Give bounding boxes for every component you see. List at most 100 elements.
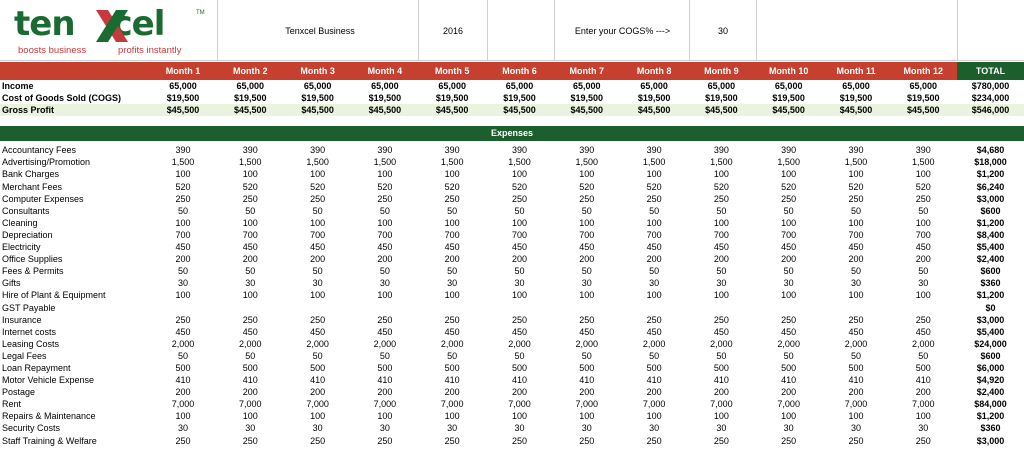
month-1-cell[interactable]: 65,000 xyxy=(151,80,215,92)
month-11-cell[interactable]: 200 xyxy=(824,386,888,398)
month-5-cell[interactable]: 30 xyxy=(420,422,484,434)
month-2-cell[interactable]: 520 xyxy=(218,181,282,193)
month-1-cell[interactable]: 50 xyxy=(151,350,215,362)
month-7-cell[interactable]: $19,500 xyxy=(555,92,619,104)
month-9-cell[interactable]: 390 xyxy=(689,144,753,156)
month-7-cell[interactable]: 50 xyxy=(555,205,619,217)
month-6-cell[interactable]: 100 xyxy=(488,168,552,180)
month-6-cell[interactable]: 50 xyxy=(488,265,552,277)
month-6-cell[interactable]: $45,500 xyxy=(488,104,552,116)
month-11-cell[interactable]: 100 xyxy=(824,217,888,229)
month-7-cell[interactable]: 450 xyxy=(555,326,619,338)
month-10-cell[interactable]: 2,000 xyxy=(757,338,821,350)
month-3-cell[interactable]: 100 xyxy=(286,289,350,301)
month-7-cell[interactable]: 250 xyxy=(555,435,619,447)
month-2-cell[interactable]: 7,000 xyxy=(218,398,282,410)
month-5-cell[interactable]: 250 xyxy=(420,435,484,447)
month-7-cell[interactable]: 500 xyxy=(555,362,619,374)
month-1-cell[interactable]: 7,000 xyxy=(151,398,215,410)
total-cell[interactable]: $3,000 xyxy=(957,314,1024,326)
month-4-cell[interactable]: 250 xyxy=(353,193,417,205)
month-1-cell[interactable]: 1,500 xyxy=(151,156,215,168)
month-5-cell[interactable]: 30 xyxy=(420,277,484,289)
month-4-cell[interactable]: 410 xyxy=(353,374,417,386)
month-7-cell[interactable]: $45,500 xyxy=(555,104,619,116)
total-cell[interactable]: $0 xyxy=(957,302,1024,314)
month-8-cell[interactable]: 520 xyxy=(622,181,686,193)
month-4-cell[interactable]: $45,500 xyxy=(353,104,417,116)
total-cell[interactable]: $234,000 xyxy=(957,92,1024,104)
month-9-cell[interactable]: $19,500 xyxy=(689,92,753,104)
month-10-cell[interactable]: 50 xyxy=(757,205,821,217)
month-8-cell[interactable]: 2,000 xyxy=(622,338,686,350)
month-12-cell[interactable]: 410 xyxy=(891,374,955,386)
month-9-cell[interactable]: 200 xyxy=(689,386,753,398)
month-4-cell[interactable]: 50 xyxy=(353,265,417,277)
month-9-cell[interactable]: 50 xyxy=(689,205,753,217)
month-11-cell[interactable]: 250 xyxy=(824,314,888,326)
month-9-cell[interactable]: 100 xyxy=(689,217,753,229)
month-5-cell[interactable]: 100 xyxy=(420,168,484,180)
total-cell[interactable]: $3,000 xyxy=(957,193,1024,205)
month-12-cell[interactable]: 50 xyxy=(891,265,955,277)
month-3-cell[interactable]: 200 xyxy=(286,253,350,265)
month-8-cell[interactable]: 50 xyxy=(622,350,686,362)
month-10-cell[interactable]: 200 xyxy=(757,386,821,398)
month-9-cell[interactable]: 100 xyxy=(689,289,753,301)
month-5-cell[interactable]: 200 xyxy=(420,253,484,265)
month-1-cell[interactable]: 450 xyxy=(151,241,215,253)
month-6-cell[interactable]: 250 xyxy=(488,193,552,205)
month-2-cell[interactable]: $19,500 xyxy=(218,92,282,104)
month-5-cell[interactable]: 450 xyxy=(420,326,484,338)
month-9-cell[interactable]: 2,000 xyxy=(689,338,753,350)
month-8-cell[interactable]: 50 xyxy=(622,205,686,217)
month-10-cell[interactable]: 410 xyxy=(757,374,821,386)
month-1-cell[interactable]: 520 xyxy=(151,181,215,193)
month-9-cell[interactable]: 250 xyxy=(689,435,753,447)
month-11-cell[interactable]: 30 xyxy=(824,277,888,289)
month-11-cell[interactable]: $45,500 xyxy=(824,104,888,116)
month-1-cell[interactable]: 200 xyxy=(151,386,215,398)
month-2-cell[interactable]: 200 xyxy=(218,253,282,265)
month-12-cell[interactable]: 520 xyxy=(891,181,955,193)
total-cell[interactable]: $4,680 xyxy=(957,144,1024,156)
month-11-cell[interactable]: 50 xyxy=(824,350,888,362)
month-6-cell[interactable]: 100 xyxy=(488,410,552,422)
month-6-cell[interactable]: 100 xyxy=(488,217,552,229)
total-cell[interactable]: $1,200 xyxy=(957,289,1024,301)
month-8-cell[interactable]: 7,000 xyxy=(622,398,686,410)
month-7-cell[interactable]: 1,500 xyxy=(555,156,619,168)
month-12-cell[interactable]: 700 xyxy=(891,229,955,241)
month-4-cell[interactable]: 450 xyxy=(353,241,417,253)
month-1-cell[interactable]: 250 xyxy=(151,193,215,205)
month-3-cell[interactable]: 410 xyxy=(286,374,350,386)
month-10-cell[interactable]: 100 xyxy=(757,168,821,180)
month-11-cell[interactable]: 250 xyxy=(824,193,888,205)
month-4-cell[interactable]: 1,500 xyxy=(353,156,417,168)
month-10-cell[interactable]: 520 xyxy=(757,181,821,193)
month-5-cell[interactable]: 250 xyxy=(420,314,484,326)
month-7-cell[interactable]: 100 xyxy=(555,410,619,422)
month-4-cell[interactable]: 100 xyxy=(353,168,417,180)
month-7-cell[interactable]: 100 xyxy=(555,168,619,180)
month-4-cell[interactable]: 30 xyxy=(353,277,417,289)
month-1-cell[interactable]: 30 xyxy=(151,277,215,289)
month-8-cell[interactable]: 410 xyxy=(622,374,686,386)
month-10-cell[interactable]: 65,000 xyxy=(757,80,821,92)
month-8-cell[interactable]: 200 xyxy=(622,386,686,398)
month-6-cell[interactable]: 65,000 xyxy=(488,80,552,92)
month-1-cell[interactable]: 100 xyxy=(151,289,215,301)
month-7-cell[interactable]: 2,000 xyxy=(555,338,619,350)
month-9-cell[interactable]: 250 xyxy=(689,314,753,326)
total-cell[interactable]: $6,240 xyxy=(957,181,1024,193)
month-2-cell[interactable]: 100 xyxy=(218,289,282,301)
month-2-cell[interactable]: $45,500 xyxy=(218,104,282,116)
month-2-cell[interactable]: 2,000 xyxy=(218,338,282,350)
month-4-cell[interactable]: $19,500 xyxy=(353,92,417,104)
month-9-cell[interactable]: 500 xyxy=(689,362,753,374)
month-6-cell[interactable]: 450 xyxy=(488,326,552,338)
month-6-cell[interactable]: 50 xyxy=(488,350,552,362)
month-10-cell[interactable]: 7,000 xyxy=(757,398,821,410)
month-3-cell[interactable]: 450 xyxy=(286,326,350,338)
month-2-cell[interactable]: 50 xyxy=(218,350,282,362)
